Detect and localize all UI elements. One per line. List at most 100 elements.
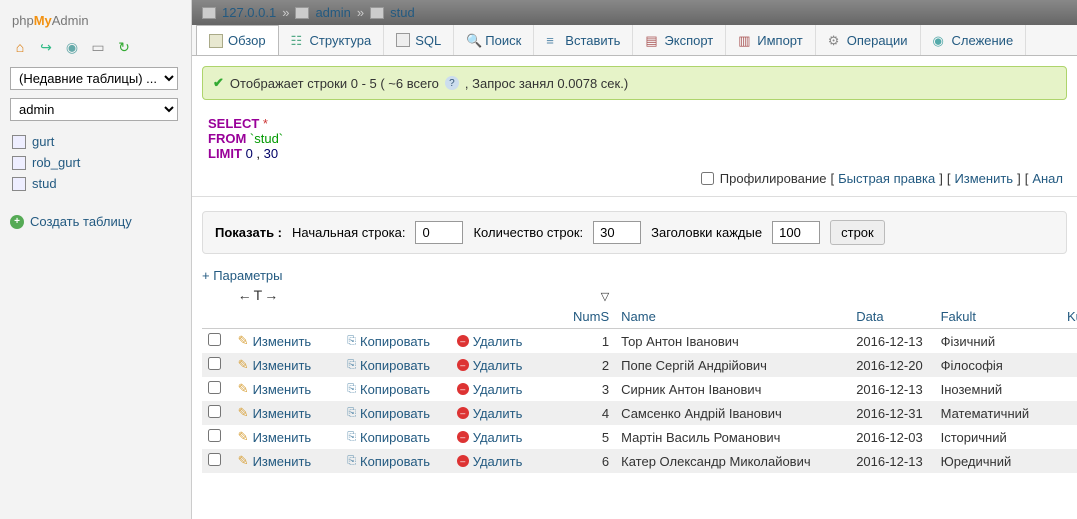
query-window-icon[interactable]: ▭	[90, 39, 106, 55]
cell-kurs: 3	[1056, 401, 1077, 425]
copy-link[interactable]: ⎘ Копировать	[347, 358, 445, 373]
analyze-link[interactable]: Анал	[1032, 171, 1063, 186]
delete-link[interactable]: – Удалить	[457, 406, 555, 421]
row-count-label: Количество строк:	[473, 225, 583, 240]
logout-icon[interactable]: ↪	[38, 39, 54, 55]
plus-icon: +	[10, 215, 24, 229]
edit-query-link[interactable]: Изменить	[954, 171, 1013, 186]
delete-icon: –	[457, 359, 469, 371]
options-toggle[interactable]: + Параметры	[202, 268, 1067, 283]
profiling-label: Профилирование	[720, 171, 827, 186]
cell-data: 2016-12-03	[850, 425, 934, 449]
table-row: ✎ Изменить⎘ Копировать– Удалить2Попе Сер…	[202, 353, 1077, 377]
tab-operations[interactable]: ⚙Операции	[816, 25, 921, 55]
reload-icon[interactable]: ↻	[116, 39, 132, 55]
sidebar-item-stud[interactable]: stud	[10, 173, 181, 194]
delete-link[interactable]: – Удалить	[457, 334, 555, 349]
delete-link[interactable]: – Удалить	[457, 358, 555, 373]
col-nums[interactable]: NumS	[573, 309, 609, 324]
row-checkbox[interactable]	[208, 381, 221, 394]
tab-browse[interactable]: Обзор	[196, 25, 279, 55]
cell-kurs: 1	[1056, 329, 1077, 354]
tab-import[interactable]: ▥Импорт	[726, 25, 815, 55]
database-select[interactable]: admin	[10, 98, 178, 121]
success-text-1: Отображает строки 0 - 5 ( ~6 всего	[230, 76, 439, 91]
table-row: ✎ Изменить ⎘ Копировать – Удалить 1 Тор Анто…	[202, 329, 1077, 354]
breadcrumb-sep: »	[357, 5, 364, 20]
col-kurs[interactable]: Kurs	[1067, 309, 1077, 324]
inline-edit-link[interactable]: Быстрая правка	[838, 171, 935, 186]
recent-tables-select[interactable]: (Недавние таблицы) ...	[10, 67, 178, 90]
delete-icon: –	[457, 335, 469, 347]
edit-link[interactable]: ✎ Изменить	[238, 357, 336, 373]
tab-structure[interactable]: ☷Структура	[279, 25, 385, 55]
tab-tracking[interactable]: ◉Слежение	[921, 25, 1027, 55]
logo[interactable]: phpMyAdmin	[0, 0, 191, 35]
tab-export[interactable]: ▤Экспорт	[633, 25, 726, 55]
row-checkbox[interactable]	[208, 453, 221, 466]
edit-link[interactable]: ✎ Изменить	[238, 453, 336, 469]
row-checkbox[interactable]	[208, 333, 221, 346]
sort-direction-row: ←T→ ▽	[202, 285, 1077, 305]
tab-label: Слежение	[952, 33, 1014, 48]
create-table-button[interactable]: + Создать таблицу	[10, 214, 181, 229]
delete-link[interactable]: – Удалить	[457, 430, 555, 445]
row-checkbox[interactable]	[208, 429, 221, 442]
delete-link[interactable]: – Удалить	[457, 454, 555, 469]
copy-link[interactable]: ⎘ Копировать	[347, 334, 445, 349]
delete-icon: –	[457, 383, 469, 395]
tab-sql[interactable]: SQL	[384, 25, 454, 55]
cell-data: 2016-12-13	[850, 377, 934, 401]
edit-link[interactable]: ✎ Изменить	[238, 381, 336, 397]
copy-icon: ⎘	[347, 431, 356, 444]
tab-label: Структура	[310, 33, 372, 48]
tab-search[interactable]: 🔍Поиск	[454, 25, 534, 55]
row-checkbox[interactable]	[208, 405, 221, 418]
breadcrumb-db[interactable]: admin	[315, 5, 350, 20]
col-data[interactable]: Data	[856, 309, 883, 324]
pencil-icon: ✎	[238, 405, 249, 421]
docs-icon[interactable]: ◉	[64, 39, 80, 55]
copy-link[interactable]: ⎘ Копировать	[347, 406, 445, 421]
headers-every-input[interactable]	[772, 221, 820, 244]
help-icon[interactable]: ?	[445, 76, 459, 90]
cell-fakult: Математичний	[935, 401, 1056, 425]
tab-insert[interactable]: ≡Вставить	[534, 25, 633, 55]
sidebar-item-gurt[interactable]: gurt	[10, 131, 181, 152]
show-label: Показать :	[215, 225, 282, 240]
row-checkbox[interactable]	[208, 357, 221, 370]
copy-link[interactable]: ⎘ Копировать	[347, 454, 445, 469]
delete-icon: –	[457, 431, 469, 443]
edit-link[interactable]: ✎ Изменить	[238, 405, 336, 421]
query-options: Профилирование [Быстрая правка] [Изменит…	[192, 169, 1077, 197]
row-count-input[interactable]	[593, 221, 641, 244]
cell-name: Самсенко Андрій Іванович	[615, 401, 850, 425]
delete-link[interactable]: – Удалить	[457, 382, 555, 397]
home-icon[interactable]: ⌂	[12, 39, 28, 55]
edit-link[interactable]: ✎ Изменить	[238, 429, 336, 445]
cell-fakult: Філософія	[935, 353, 1056, 377]
edit-link[interactable]: ✎ Изменить	[238, 333, 336, 349]
table-row: ✎ Изменить⎘ Копировать– Удалить5Мартін В…	[202, 425, 1077, 449]
sidebar-item-rob-gurt[interactable]: rob_gurt	[10, 152, 181, 173]
table-icon	[370, 7, 384, 19]
copy-icon: ⎘	[347, 359, 356, 372]
copy-link[interactable]: ⎘ Копировать	[347, 382, 445, 397]
start-row-input[interactable]	[415, 221, 463, 244]
cell-nums: 6	[560, 449, 615, 473]
col-fakult[interactable]: Fakult	[941, 309, 976, 324]
server-icon	[202, 7, 216, 19]
sort-arrows[interactable]: ←T→	[238, 287, 281, 303]
profiling-checkbox[interactable]	[701, 172, 714, 185]
table-icon	[12, 156, 26, 170]
cell-kurs: 4	[1056, 425, 1077, 449]
sort-desc-icon[interactable]: ▽	[601, 291, 609, 303]
breadcrumb-server[interactable]: 127.0.0.1	[222, 5, 276, 20]
rows-button[interactable]: строк	[830, 220, 885, 245]
cell-name: Тор Антон Іванович	[615, 329, 850, 354]
col-name[interactable]: Name	[621, 309, 656, 324]
copy-link[interactable]: ⎘ Копировать	[347, 430, 445, 445]
breadcrumb-table[interactable]: stud	[390, 5, 415, 20]
breadcrumb-sep: »	[282, 5, 289, 20]
success-text-2: , Запрос занял 0.0078 сек.)	[465, 76, 628, 91]
